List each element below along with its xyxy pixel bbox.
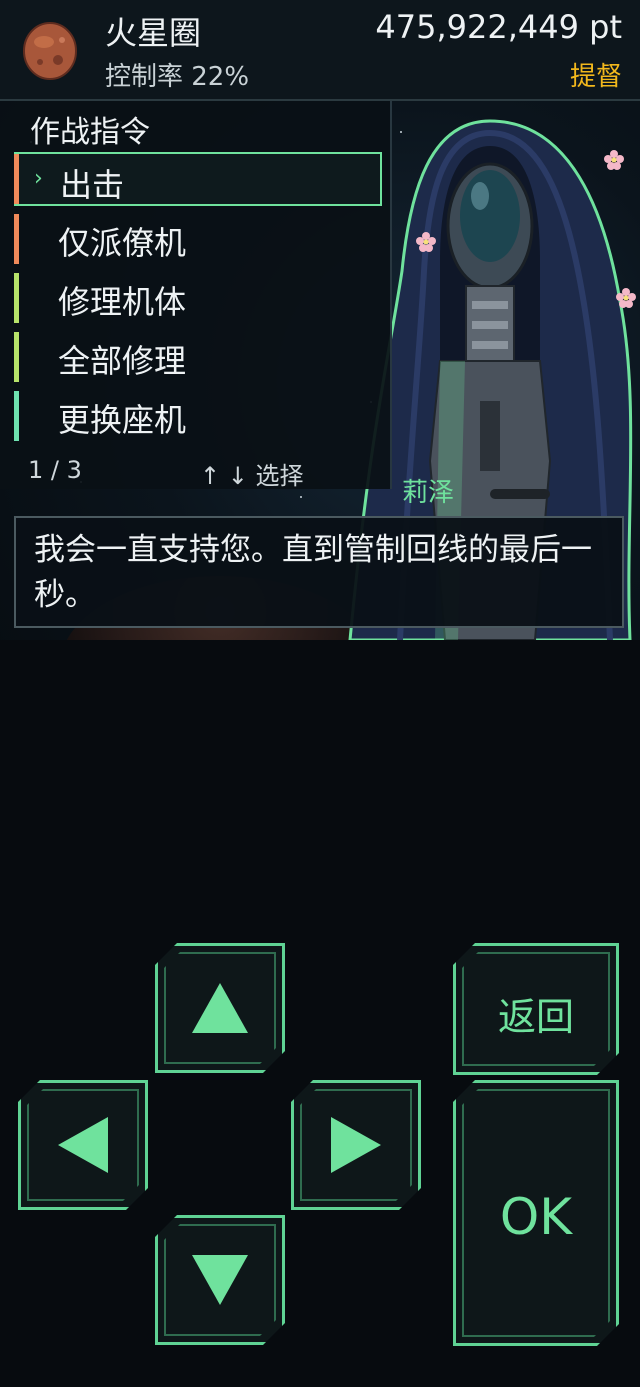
page-indicator: 1 / 3 — [28, 456, 82, 484]
sakura-icon — [616, 288, 636, 308]
menu-item-repair-unit[interactable]: 修理机体 — [14, 271, 382, 325]
sakura-icon — [416, 232, 436, 252]
chevron-right-icon: › — [34, 166, 43, 191]
menu-item-label: 全部修理 — [58, 342, 187, 380]
status-header: 火星圈 控制率 22% 475,922,449 pt 提督 — [0, 0, 640, 101]
back-button[interactable]: 返回 — [453, 943, 619, 1075]
menu-item-marker — [14, 154, 19, 204]
arrow-right-icon — [329, 1115, 383, 1175]
menu-item-change-unit[interactable]: 更换座机 — [14, 389, 382, 443]
back-button-label: 返回 — [497, 995, 574, 1039]
menu-item-marker — [14, 214, 19, 264]
arrow-down-icon — [190, 1253, 250, 1307]
menu-item-wingman-only[interactable]: 仅派僚机 — [14, 212, 382, 266]
command-menu: 作战指令 › 出击 仅派僚机 修理机体 全部修理 更换座机 1 / 3 ↑ ↓ … — [0, 101, 392, 490]
rank-label: 提督 — [569, 62, 622, 92]
mars-planet-icon — [23, 22, 77, 80]
sakura-icon — [604, 150, 624, 170]
game-screen: 莉泽 火星圈 控制率 22% 475,922,449 pt 提督 作战指令 › … — [0, 0, 640, 640]
menu-item-label: 仅派僚机 — [58, 224, 187, 262]
menu-item-marker — [14, 391, 19, 441]
dpad-left-button[interactable] — [18, 1080, 148, 1210]
menu-item-label: 出击 — [60, 166, 125, 204]
menu-item-label: 修理机体 — [58, 283, 187, 321]
dialogue-text: 我会一直支持您。直到管制回线的最后一秒。 — [34, 532, 592, 613]
menu-item-label: 更换座机 — [58, 401, 187, 439]
navigation-hint: ↑ ↓ 选择 — [200, 462, 304, 490]
character-name: 莉泽 — [402, 478, 455, 508]
dialogue-box: 我会一直支持您。直到管制回线的最后一秒。 — [14, 516, 624, 628]
arrow-up-icon — [190, 981, 250, 1035]
points-counter: 475,922,449 pt — [375, 8, 622, 46]
area-name: 火星圈 — [105, 14, 202, 52]
menu-item-marker — [14, 273, 19, 323]
menu-item-marker — [14, 332, 19, 382]
arrow-left-icon — [56, 1115, 110, 1175]
ok-button-label: OK — [499, 1188, 573, 1246]
dpad-up-button[interactable] — [155, 943, 285, 1073]
menu-item-sortie[interactable]: › 出击 — [14, 152, 382, 206]
ok-button[interactable]: OK — [453, 1080, 619, 1346]
dpad-right-button[interactable] — [291, 1080, 421, 1210]
dpad-down-button[interactable] — [155, 1215, 285, 1345]
control-rate: 控制率 22% — [105, 62, 250, 92]
menu-item-repair-all[interactable]: 全部修理 — [14, 330, 382, 384]
command-menu-title: 作战指令 — [30, 115, 150, 150]
